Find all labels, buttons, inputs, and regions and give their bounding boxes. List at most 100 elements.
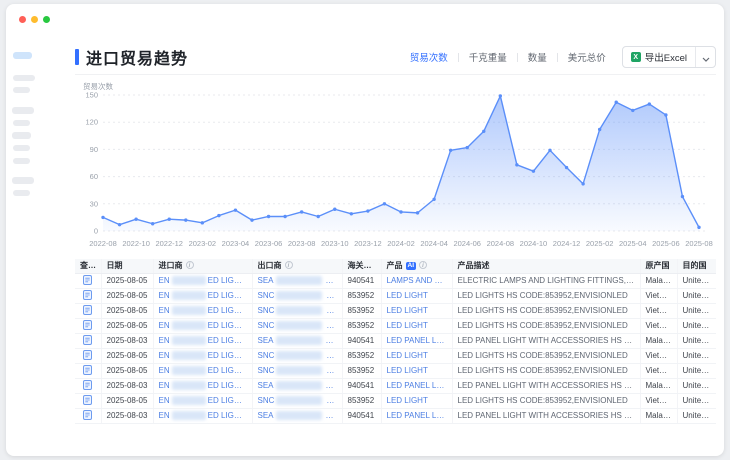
export-excel-button[interactable]: X 导出Excel <box>623 47 695 67</box>
sidebar-item[interactable] <box>12 107 34 114</box>
sidebar-item[interactable] <box>13 158 30 164</box>
svg-text:2025-06: 2025-06 <box>652 239 680 248</box>
exporter-cell[interactable]: SNCV C... <box>252 303 342 318</box>
info-icon[interactable]: i <box>186 261 194 269</box>
importer-cell[interactable]: ENED LIGHTING INC <box>153 273 252 288</box>
metric-tab-4[interactable]: 美元总价 <box>566 50 608 64</box>
product-cell[interactable]: LED PANEL LIGHT <box>381 333 452 348</box>
view-detail-icon[interactable] <box>83 395 92 407</box>
product-cell[interactable]: LED LIGHT <box>381 318 452 333</box>
table-row: 2025-08-05ENED LIGHTING INCSNCV C...8539… <box>75 318 716 333</box>
sidebar-item[interactable] <box>12 132 31 139</box>
hs-code-cell: 940541 <box>342 378 381 393</box>
destination-country-cell: United St... <box>677 318 716 333</box>
product-cell[interactable]: LAMPS AND LIGHTIN... <box>381 273 452 288</box>
view-cell <box>75 303 101 318</box>
importer-cell[interactable]: ENED LIGHTING INC <box>153 348 252 363</box>
info-icon[interactable]: i <box>285 261 293 269</box>
view-detail-icon[interactable] <box>83 305 92 317</box>
sidebar-item[interactable] <box>13 120 30 126</box>
svg-text:2023-10: 2023-10 <box>321 239 349 248</box>
table-header-row: 查看日期进口商i出口商i海关编码产品AIi产品描述原产国目的国 <box>75 259 716 273</box>
exporter-cell[interactable]: SEAN BHD <box>252 378 342 393</box>
exporter-cell[interactable]: SNCV C... <box>252 318 342 333</box>
company-name-suffix: ED LIGHTING INC <box>208 381 252 390</box>
table-row: 2025-08-05ENED LIGHTING INCSEAN BHD94054… <box>75 273 716 288</box>
svg-text:2024-04: 2024-04 <box>420 239 448 248</box>
page-title: 进口贸易趋势 <box>86 45 188 69</box>
product-cell[interactable]: LED PANEL LIGHT <box>381 408 452 423</box>
exporter-cell[interactable]: SNCV C... <box>252 348 342 363</box>
window-zoom-button[interactable] <box>43 16 50 23</box>
ai-badge: AI <box>406 262 417 270</box>
sidebar-item-active[interactable] <box>13 52 32 59</box>
metric-tab-3[interactable]: 数量 <box>526 50 549 64</box>
view-detail-icon[interactable] <box>83 275 92 287</box>
product-cell[interactable]: LED LIGHT <box>381 363 452 378</box>
date-cell: 2025-08-05 <box>101 393 153 408</box>
importer-cell[interactable]: ENED LIGHTING INC <box>153 408 252 423</box>
view-cell <box>75 393 101 408</box>
exporter-cell[interactable]: SNCV C... <box>252 363 342 378</box>
metric-tab-2[interactable]: 千克重量 <box>467 50 509 64</box>
view-detail-icon[interactable] <box>83 350 92 362</box>
view-detail-icon[interactable] <box>83 365 92 377</box>
destination-country-cell: United St... <box>677 363 716 378</box>
importer-cell[interactable]: ENED LIGHTING INC <box>153 333 252 348</box>
company-name-prefix: SEA <box>258 411 274 420</box>
exporter-cell[interactable]: SNCV C... <box>252 393 342 408</box>
window-minimize-button[interactable] <box>31 16 38 23</box>
importer-cell[interactable]: ENED LIGHTING INC <box>153 303 252 318</box>
svg-text:2023-04: 2023-04 <box>222 239 250 248</box>
chevron-down-icon <box>702 50 710 65</box>
company-name-prefix: EN <box>159 396 170 405</box>
product-cell[interactable]: LED PANEL LIGHT <box>381 378 452 393</box>
sidebar-item[interactable] <box>13 190 30 196</box>
svg-text:2022-12: 2022-12 <box>155 239 183 248</box>
destination-country-cell: United St... <box>677 348 716 363</box>
sidebar-item[interactable] <box>13 87 30 93</box>
table-row: 2025-08-05ENED LIGHTING INCSNCV C...8539… <box>75 303 716 318</box>
importer-cell[interactable]: ENED LIGHTING INC <box>153 393 252 408</box>
window-close-button[interactable] <box>19 16 26 23</box>
exporter-cell[interactable]: SEAN BHD <box>252 333 342 348</box>
description-cell: ELECTRIC LAMPS AND LIGHTING FITTINGS, NE… <box>452 273 640 288</box>
column-header-label: 目的国 <box>683 261 707 270</box>
product-cell[interactable]: LED LIGHT <box>381 288 452 303</box>
view-detail-icon[interactable] <box>83 380 92 392</box>
view-detail-icon[interactable] <box>83 410 92 422</box>
date-cell: 2025-08-05 <box>101 273 153 288</box>
company-name-suffix: ED LIGHTING INC <box>208 411 252 420</box>
description-cell: LED PANEL LIGHT WITH ACCESSORIES HS CODE… <box>452 333 640 348</box>
company-name-suffix: ED LIGHTING INC <box>208 366 252 375</box>
sidebar-item[interactable] <box>13 145 30 151</box>
sidebar-item[interactable] <box>12 177 34 184</box>
table-row: 2025-08-03ENED LIGHTING INCSEAN BHD94054… <box>75 378 716 393</box>
origin-country-cell: Vietnam <box>640 303 677 318</box>
product-cell[interactable]: LED LIGHT <box>381 393 452 408</box>
view-detail-icon[interactable] <box>83 290 92 302</box>
exporter-cell[interactable]: SNCV C... <box>252 288 342 303</box>
product-cell[interactable]: LED LIGHT <box>381 303 452 318</box>
destination-country-cell: United St... <box>677 303 716 318</box>
sidebar-item[interactable] <box>13 75 35 81</box>
exporter-cell[interactable]: SEAN BHD <box>252 408 342 423</box>
info-icon[interactable]: i <box>419 261 427 269</box>
redacted-text <box>172 321 206 330</box>
view-detail-icon[interactable] <box>83 320 92 332</box>
product-cell[interactable]: LED LIGHT <box>381 348 452 363</box>
hs-code-cell: 940541 <box>342 408 381 423</box>
hs-code-cell: 940541 <box>342 333 381 348</box>
export-dropdown-button[interactable] <box>695 47 715 67</box>
company-name-suffix: ED LIGHTING INC <box>208 306 252 315</box>
metric-tab-1[interactable]: 贸易次数 <box>408 50 450 64</box>
importer-cell[interactable]: ENED LIGHTING INC <box>153 318 252 333</box>
view-detail-icon[interactable] <box>83 335 92 347</box>
importer-cell[interactable]: ENED LIGHTING INC <box>153 363 252 378</box>
importer-cell[interactable]: ENED LIGHTING INC <box>153 288 252 303</box>
origin-country-cell: Malaysia <box>640 273 677 288</box>
page-header: 进口贸易趋势 贸易次数 千克重量 数量 美元总价 X 导出Excel <box>75 42 716 72</box>
view-cell <box>75 288 101 303</box>
importer-cell[interactable]: ENED LIGHTING INC <box>153 378 252 393</box>
exporter-cell[interactable]: SEAN BHD <box>252 273 342 288</box>
